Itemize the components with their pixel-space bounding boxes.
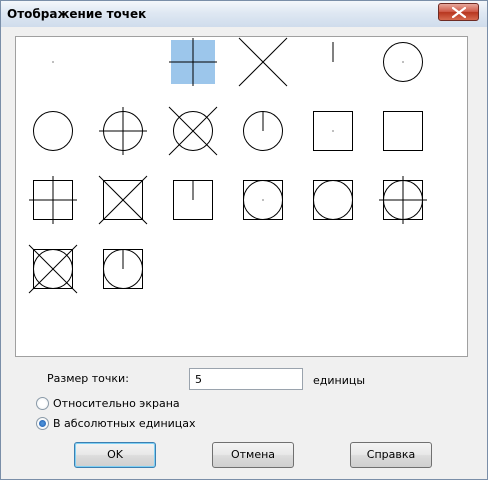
close-icon	[452, 7, 466, 18]
point-style-circle-dot[interactable]	[381, 40, 425, 84]
radio-absolute-units[interactable]	[36, 417, 49, 430]
point-style-square-circle-x[interactable]	[28, 244, 78, 294]
circle-plus-point-icon	[99, 107, 147, 155]
dot-point-icon	[52, 61, 54, 63]
circle-point-icon	[33, 111, 73, 151]
square-circle-x-point-icon	[28, 244, 78, 294]
tick-point-icon	[332, 42, 334, 62]
point-style-none[interactable]	[101, 40, 145, 84]
square-circle-dot-point-icon	[243, 180, 283, 220]
window-title: Отображение точек	[7, 7, 147, 21]
point-style-square-dot[interactable]	[311, 109, 355, 153]
circle-x-point-icon	[168, 106, 218, 156]
point-style-square[interactable]	[381, 109, 425, 153]
square-circle-point-icon	[313, 180, 353, 220]
point-style-square-circle-plus[interactable]	[379, 176, 427, 224]
point-style-circle[interactable]	[31, 109, 75, 153]
point-style-square-circle[interactable]	[311, 178, 355, 222]
radio-relative-screen-label[interactable]: Относительно экрана	[53, 397, 180, 410]
radio-absolute-units-label[interactable]: В абсолютных единицах	[53, 417, 196, 430]
x-point-icon	[238, 37, 288, 87]
square-tick-point-icon	[173, 180, 213, 220]
close-button[interactable]	[438, 3, 479, 21]
point-style-circle-tick[interactable]	[241, 109, 285, 153]
point-size-units: единицы	[313, 374, 366, 387]
square-circle-plus-point-icon	[379, 176, 427, 224]
point-style-plus[interactable]	[169, 38, 217, 86]
point-style-square-tick[interactable]	[171, 178, 215, 222]
point-size-label: Размер точки:	[47, 372, 129, 385]
help-button[interactable]: Справка	[350, 442, 432, 468]
plus-point-icon	[169, 38, 217, 86]
point-style-square-plus[interactable]	[29, 176, 77, 224]
point-style-x[interactable]	[238, 37, 288, 87]
point-style-circle-x[interactable]	[168, 106, 218, 156]
point-style-tick[interactable]	[311, 40, 355, 84]
point-size-input[interactable]	[189, 368, 303, 390]
radio-relative-screen[interactable]	[36, 397, 49, 410]
square-circle-tick-point-icon	[103, 249, 143, 289]
point-style-square-circle-dot[interactable]	[241, 178, 285, 222]
title-bar[interactable]: Отображение точек	[1, 1, 487, 27]
point-style-dialog: Отображение точек Размер точки: единицы …	[0, 0, 488, 480]
square-x-point-icon	[98, 175, 148, 225]
ok-button[interactable]: OK	[74, 442, 156, 468]
none-point-icon	[101, 40, 145, 84]
square-point-icon	[383, 111, 423, 151]
square-plus-point-icon	[29, 176, 77, 224]
square-dot-point-icon	[313, 111, 353, 151]
point-style-circle-plus[interactable]	[99, 107, 147, 155]
point-style-square-circle-tick[interactable]	[101, 247, 145, 291]
point-style-grid	[15, 36, 468, 357]
cancel-button[interactable]: Отмена	[212, 442, 294, 468]
point-style-dot[interactable]	[31, 40, 75, 84]
circle-dot-point-icon	[383, 42, 423, 82]
circle-tick-point-icon	[243, 111, 283, 151]
point-style-square-x[interactable]	[98, 175, 148, 225]
